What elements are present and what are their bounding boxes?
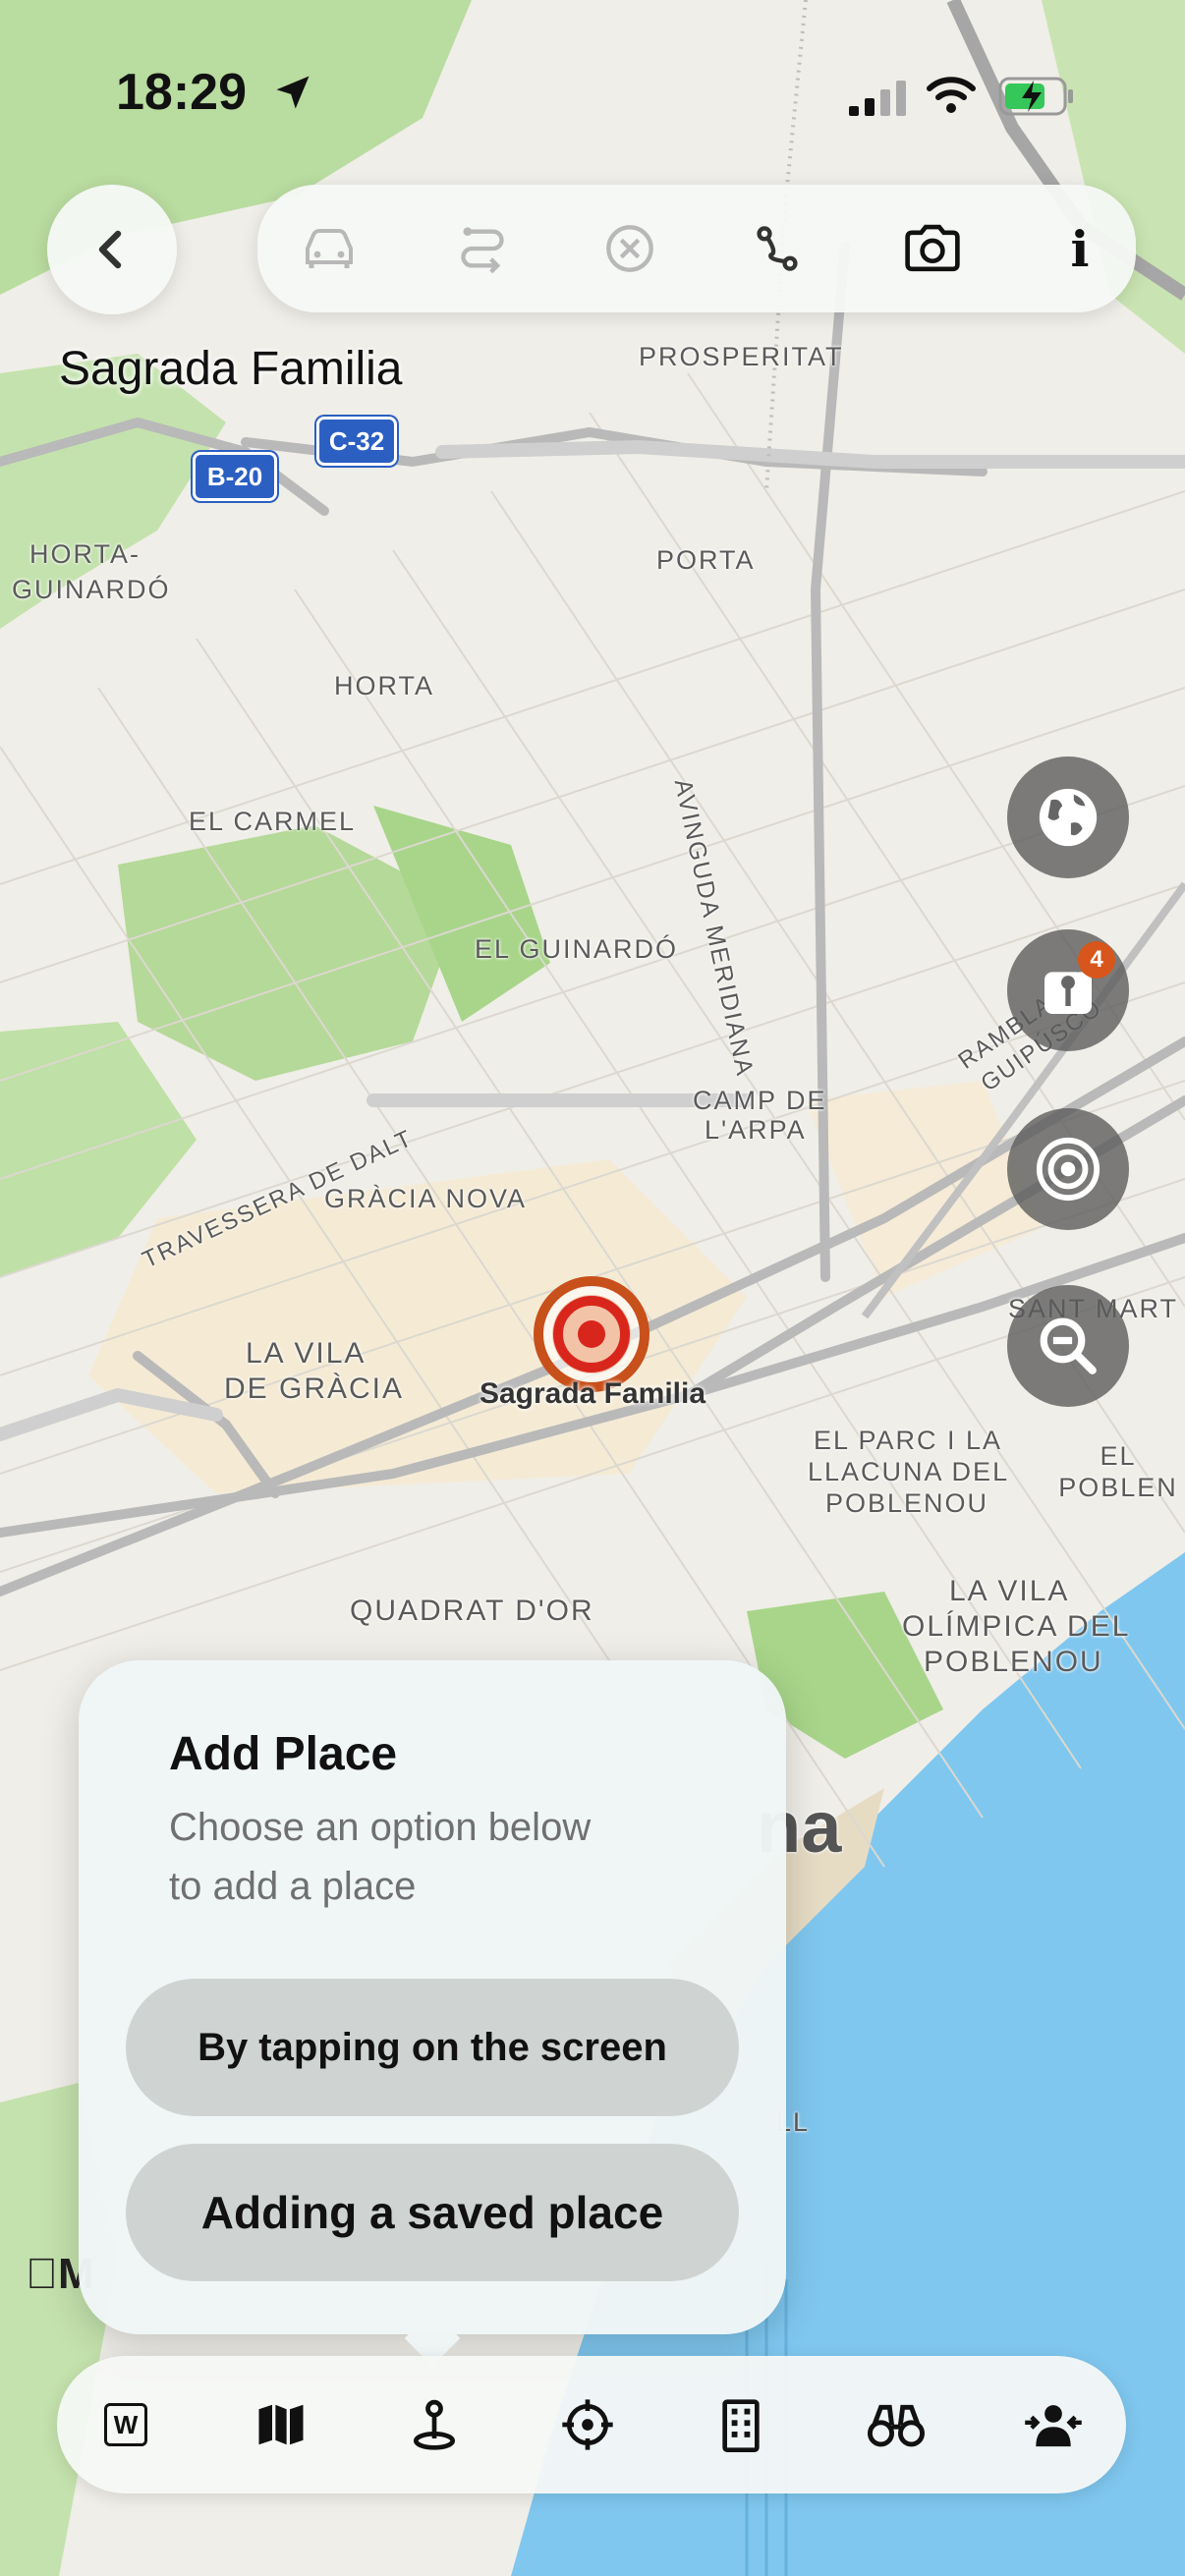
- route-icon: [757, 226, 798, 271]
- route-button[interactable]: [733, 185, 821, 312]
- chevron-left-icon: [98, 230, 122, 269]
- person-share-icon: [1025, 2405, 1082, 2447]
- binoculars-icon: [867, 2404, 926, 2447]
- place-marker-label: Sagrada Familia: [479, 1377, 706, 1410]
- cellular-signal-icon: [849, 81, 906, 116]
- add-place-popup: Add Place Choose an option below to add …: [79, 1660, 786, 2334]
- map-label-el-parc-line2: LLACUNA DEL: [808, 1457, 1010, 1486]
- tab-locate[interactable]: [529, 2356, 647, 2493]
- saved-places-badge-count: 4: [1090, 946, 1103, 973]
- globe-button[interactable]: [1007, 756, 1129, 878]
- map-label-vila-olimpica-line2: OLÍMPICA DEL: [902, 1610, 1131, 1643]
- map-label-camp-de-larpa-line2: L'ARPA: [705, 1115, 807, 1145]
- road-shield-b20: B-20: [193, 452, 277, 501]
- info-icon: i: [1070, 219, 1090, 278]
- zoom-out-icon: [1040, 1317, 1097, 1374]
- road-shield-c32-label: C-32: [328, 425, 385, 456]
- wifi-icon: [927, 77, 976, 113]
- map-label-la-vila-de-gracia-line1: LA VILA: [246, 1337, 367, 1370]
- zoom-out-button[interactable]: [1007, 1285, 1129, 1407]
- crosshair-icon: [562, 2399, 613, 2450]
- map-label-el-guinardo: EL GUINARDÓ: [475, 934, 679, 964]
- route-switch-icon: [461, 227, 504, 274]
- camera-icon: [905, 224, 960, 272]
- saved-places-badge: 4: [1078, 941, 1115, 979]
- status-time: 18:29: [116, 63, 247, 122]
- clear-route-button[interactable]: [586, 185, 674, 312]
- saved-places-button[interactable]: 4: [1007, 929, 1129, 1051]
- target-icon: [1036, 1137, 1100, 1202]
- map-label-el-carmel: EL CARMEL: [189, 807, 357, 836]
- add-saved-place-label: Adding a saved place: [200, 2187, 664, 2238]
- place-title: Sagrada Familia: [59, 343, 403, 395]
- map-label-gracia-nova: GRÀCIA NOVA: [324, 1184, 528, 1213]
- target-button[interactable]: [1007, 1108, 1129, 1230]
- tab-wikipedia[interactable]: W: [67, 2356, 185, 2493]
- close-circle-icon: [606, 225, 653, 272]
- tab-buildings[interactable]: [682, 2356, 800, 2493]
- info-button[interactable]: i: [1036, 185, 1124, 312]
- map-label-vila-olimpica-line3: POBLENOU: [924, 1646, 1103, 1678]
- map-label-prosperitat: PROSPERITAT: [639, 342, 844, 371]
- location-arrow-icon: [276, 76, 310, 109]
- popup-subtitle-line1: Choose an option below: [169, 1806, 592, 1849]
- tap-on-screen-button[interactable]: By tapping on the screen: [126, 1979, 739, 2116]
- status-time-text: 18:29: [116, 64, 247, 121]
- map-label-vila-olimpica-line1: LA VILA: [949, 1575, 1070, 1607]
- map-label-horta-guinardo-line2: GUINARDÓ: [12, 575, 171, 604]
- map-label-la-vila-de-gracia-line2: DE GRÀCIA: [224, 1372, 405, 1405]
- map-label-el-poblenou: EL POBLEN: [1058, 1441, 1178, 1502]
- tab-add-place[interactable]: [375, 2356, 493, 2493]
- tab-explore[interactable]: [837, 2356, 955, 2493]
- map-label-quadrat-dor: QUADRAT D'OR: [350, 1595, 594, 1627]
- map-label-horta-guinardo-line1: HORTA-: [29, 539, 141, 569]
- popup-title: Add Place: [169, 1728, 398, 1780]
- map-label-el-parc-line1: EL PARC I LA: [814, 1426, 1003, 1455]
- popup-subtitle-line2: to add a place: [169, 1865, 417, 1908]
- car-icon: [306, 229, 353, 268]
- add-place-pin-icon: [414, 2399, 455, 2450]
- route-switch-button[interactable]: [438, 185, 527, 312]
- road-shield-c32: C-32: [316, 417, 397, 466]
- car-route-button[interactable]: [285, 185, 373, 312]
- camera-button[interactable]: [888, 185, 977, 312]
- back-button[interactable]: [47, 185, 177, 314]
- road-shield-b20-label: B-20: [206, 461, 263, 491]
- globe-icon: [1039, 788, 1098, 847]
- map-label-camp-de-larpa-line1: CAMP DE: [693, 1086, 827, 1115]
- tab-map[interactable]: [222, 2356, 340, 2493]
- map-label-porta: PORTA: [656, 545, 756, 575]
- top-toolbar: [257, 185, 1136, 312]
- battery-charging-icon: [998, 77, 1073, 116]
- map-label-horta: HORTA: [334, 671, 435, 700]
- tab-share-people[interactable]: [994, 2356, 1112, 2493]
- building-icon: [722, 2399, 760, 2452]
- wikipedia-icon-letter: W: [113, 2409, 139, 2439]
- tap-on-screen-label: By tapping on the screen: [198, 2025, 667, 2069]
- map-label-el-parc-line3: POBLENOU: [825, 1488, 989, 1518]
- wikipedia-icon: W: [104, 2403, 147, 2446]
- add-saved-place-button[interactable]: Adding a saved place: [126, 2144, 739, 2281]
- apple-logo-icon: : [26, 2250, 58, 2298]
- map-icon: [258, 2404, 304, 2445]
